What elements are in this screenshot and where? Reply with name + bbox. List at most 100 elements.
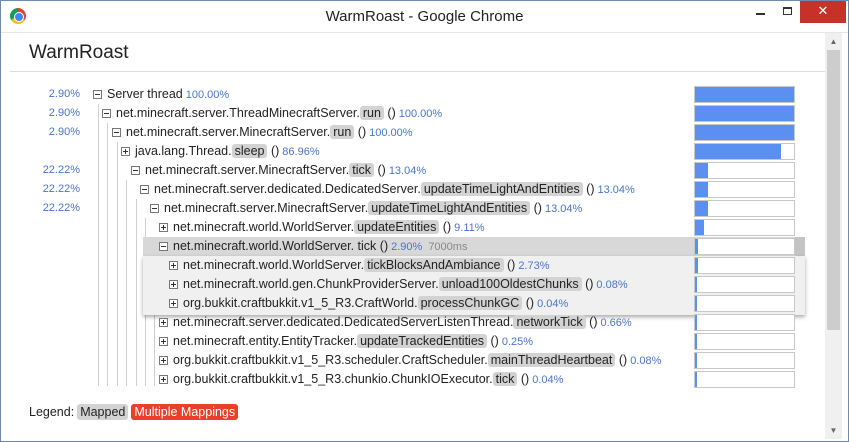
tree-node[interactable]: Server thread 100.00% [93,85,229,104]
table-row[interactable]: 22.22% net.minecraft.server.MinecraftServ… [10,199,825,218]
collapse-icon[interactable] [131,166,140,175]
node-class-name: net.minecraft.server.MinecraftServer. [164,201,369,215]
scroll-thumb[interactable] [827,50,840,330]
legend-multiple-mappings-badge: Multiple Mappings [131,404,239,420]
page-content: WarmRoast 2.90% Server thread 100.00% 2.90%… [10,33,825,439]
percent-bar [694,295,795,312]
expand-icon[interactable] [169,299,178,308]
tree-node[interactable]: org.bukkit.craftbukkit.v1_5_R3.scheduler… [159,351,661,370]
table-row[interactable]: net.minecraft.server.dedicated.Dedicated… [10,313,825,332]
tree-node[interactable]: org.bukkit.craftbukkit.v1_5_R3.chunkio.C… [159,370,563,389]
table-row[interactable]: 22.22% net.minecraft.server.dedicated.Ded… [10,180,825,199]
expand-icon[interactable] [169,280,178,289]
node-total-percent: 86.96% [282,146,320,158]
node-class-name: net.minecraft.entity.EntityTracker. [173,334,358,348]
table-row[interactable]: org.bukkit.craftbukkit.v1_5_R3.CraftWorl… [10,294,825,313]
node-class-name: net.minecraft.server.MinecraftServer. [145,163,350,177]
percent-bar-fill [695,144,782,159]
tree-node[interactable]: net.minecraft.world.WorldServer. tickBloc… [169,256,550,275]
table-row[interactable]: org.bukkit.craftbukkit.v1_5_R3.chunkio.C… [10,370,825,389]
collapse-icon[interactable] [112,128,121,137]
maximize-button[interactable] [774,1,800,23]
percent-bar-fill [695,296,697,311]
collapse-icon[interactable] [102,109,111,118]
node-args: () [374,163,386,177]
expand-icon[interactable] [159,337,168,346]
expand-icon[interactable] [121,147,130,156]
legend-mapped-badge: Mapped [77,404,129,420]
scroll-down-arrow-icon[interactable]: ▼ [825,422,842,439]
table-row[interactable]: net.minecraft.world.WorldServer. tick ()… [10,237,825,256]
expand-icon[interactable] [159,356,168,365]
expand-icon[interactable] [159,318,168,327]
expand-icon[interactable] [159,223,168,232]
tree-node[interactable]: net.minecraft.server.dedicated.Dedicated… [159,313,632,332]
node-method-name: run [359,106,384,120]
collapse-icon[interactable] [150,204,159,213]
node-args: () [383,106,396,120]
percent-bar-fill [695,201,708,216]
node-total-percent: 9.11% [454,222,485,234]
node-total-percent: 13.04% [388,165,427,177]
tree-node[interactable]: net.minecraft.server.MinecraftServer. tic… [131,161,426,180]
collapse-icon[interactable] [140,185,149,194]
tree-node[interactable]: net.minecraft.server.MinecraftServer. upd… [150,199,582,218]
table-row[interactable]: 2.90% net.minecraft.server.ThreadMinecraf… [10,104,825,123]
tree-node[interactable]: net.minecraft.entity.EntityTracker. updat… [159,332,533,351]
tree-node[interactable]: java.lang.Thread. sleep () 86.96% [121,142,320,161]
table-row[interactable]: net.minecraft.world.WorldServer. tickBloc… [10,256,825,275]
collapse-icon[interactable] [93,90,102,99]
tree-node[interactable]: net.minecraft.server.ThreadMinecraftServ… [102,104,442,123]
percent-bar [694,257,795,274]
title-bar: WarmRoast - Google Chrome ✕ [1,1,848,33]
node-args: () [503,258,516,272]
expand-icon[interactable] [169,261,178,270]
node-args: () [517,372,530,386]
tree-node[interactable]: net.minecraft.server.MinecraftServer. run… [112,123,413,142]
tree-node[interactable]: net.minecraft.world.gen.ChunkProviderSer… [169,275,628,294]
table-row[interactable]: 22.22% net.minecraft.server.MinecraftServ… [10,161,825,180]
collapse-icon[interactable] [159,242,168,251]
table-row[interactable]: java.lang.Thread. sleep () 86.96% [10,142,825,161]
table-row[interactable]: 2.90% Server thread 100.00% [10,85,825,104]
row-self-percent: 22.22% [42,202,80,214]
node-method-name: processChunkGC [417,296,523,310]
tree-node[interactable]: net.minecraft.world.WorldServer. updateEn… [159,218,485,237]
close-button[interactable]: ✕ [800,1,846,23]
legend: Legend: Mapped Multiple Mappings [29,404,239,421]
node-method-name: unload100OldestChunks [438,277,582,291]
node-total-percent: 0.66% [600,317,632,329]
tree-node[interactable]: net.minecraft.server.dedicated.Dedicated… [140,180,635,199]
node-total-percent: 2.90% [391,241,423,253]
percent-bar-fill [695,239,698,254]
table-row[interactable]: net.minecraft.entity.EntityTracker. updat… [10,332,825,351]
node-args: () [439,220,452,234]
percent-bar [694,143,795,160]
vertical-scrollbar[interactable]: ▲ ▼ [825,33,842,439]
tree-node[interactable]: org.bukkit.craftbukkit.v1_5_R3.CraftWorl… [169,294,568,313]
node-method-name: run [330,125,355,139]
node-total-percent: 13.04% [597,184,635,196]
table-row[interactable]: 2.90% net.minecraft.server.MinecraftServe… [10,123,825,142]
node-method-name: tick [492,372,518,386]
table-row[interactable]: org.bukkit.craftbukkit.v1_5_R3.scheduler… [10,351,825,370]
node-class-name: org.bukkit.craftbukkit.v1_5_R3.CraftWorl… [183,296,418,310]
table-row[interactable]: net.minecraft.world.gen.ChunkProviderSer… [10,275,825,294]
node-method-name: sleep [231,144,268,158]
percent-bar [694,352,795,369]
percent-bar-fill [695,106,794,121]
row-self-percent: 22.22% [42,164,80,176]
tree-node[interactable]: net.minecraft.world.WorldServer. tick ()… [159,237,467,256]
node-method-name: networkTick [513,315,586,329]
scroll-up-arrow-icon[interactable]: ▲ [825,33,842,50]
node-total-percent: 2.73% [518,260,550,272]
node-class-name: net.minecraft.server.dedicated.Dedicated… [154,182,421,196]
node-class-name: net.minecraft.world.gen.ChunkProviderSer… [183,277,439,291]
table-row[interactable]: net.minecraft.world.WorldServer. updateEn… [10,218,825,237]
node-args: () [581,277,594,291]
row-self-percent: 2.90% [48,107,80,119]
node-method-name: tickBlocksAndAmbiance [364,258,504,272]
expand-icon[interactable] [159,375,168,384]
percent-bar [694,371,795,388]
minimize-button[interactable] [747,1,774,23]
